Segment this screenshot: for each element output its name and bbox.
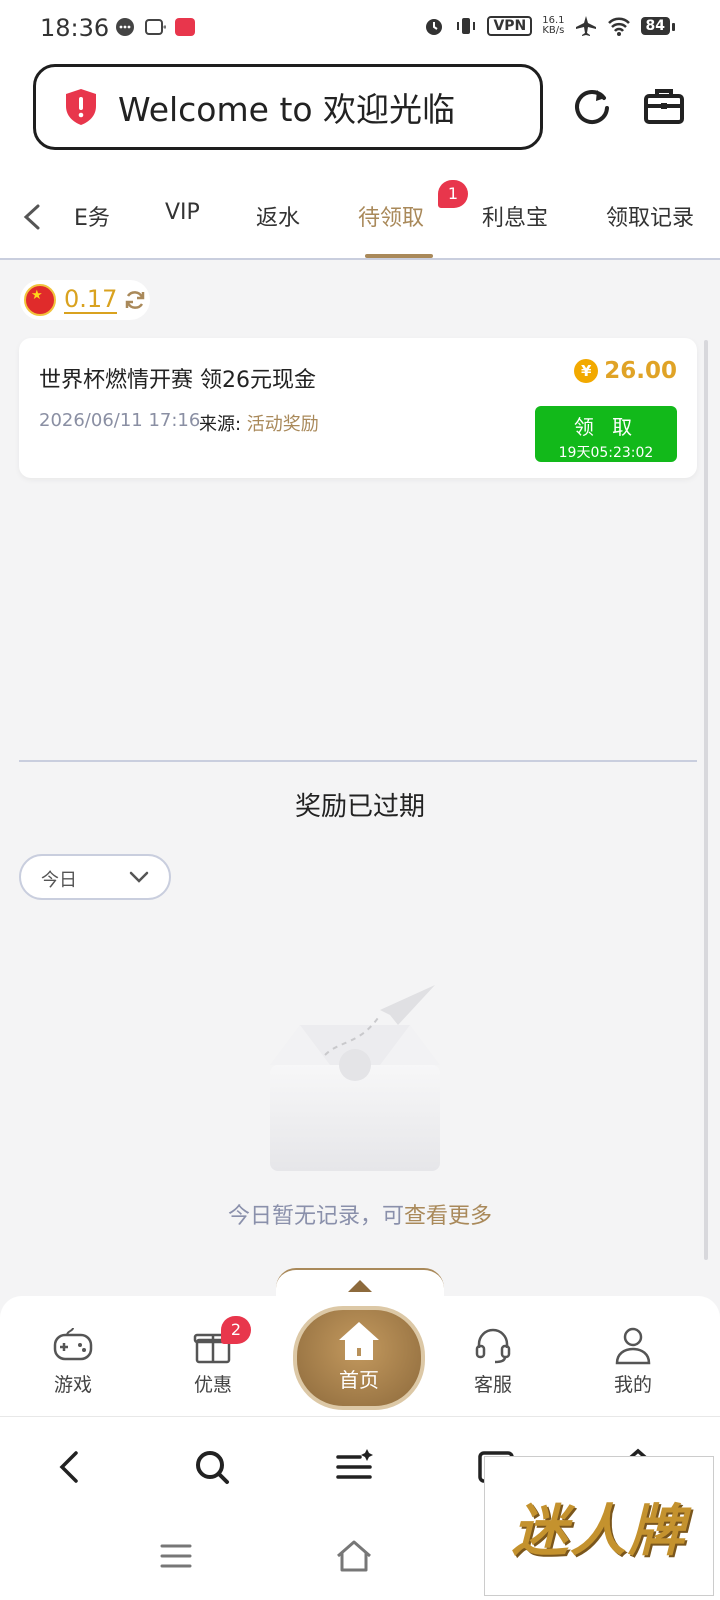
tab-pending[interactable]: 待领取 xyxy=(358,200,424,232)
header: Welcome to 欢迎光临 xyxy=(0,56,720,174)
date-filter-select[interactable]: 今日 xyxy=(19,854,171,900)
wifi-icon xyxy=(607,17,630,36)
briefcase-icon[interactable] xyxy=(642,84,686,128)
watermark-logo: 迷人牌 xyxy=(484,1456,714,1596)
menu-sparkle-icon[interactable] xyxy=(334,1447,374,1487)
tab-tasks[interactable]: E务 xyxy=(74,200,110,232)
headset-icon xyxy=(475,1328,511,1364)
back-icon[interactable] xyxy=(50,1447,90,1487)
user-icon xyxy=(615,1327,651,1365)
balance-chip[interactable]: 0.17 xyxy=(20,280,150,320)
reward-source-value: 活动奖励 xyxy=(246,414,319,435)
empty-box-icon xyxy=(270,985,440,1171)
claim-countdown: 19天05:23:02 xyxy=(558,445,654,461)
status-right: VPN 16.1 KB/s 84 xyxy=(423,15,676,37)
date-filter-value: 今日 xyxy=(41,870,77,891)
china-flag-icon xyxy=(24,284,56,316)
tab-rebate[interactable]: 返水 xyxy=(256,200,300,232)
expired-section-title: 奖励已过期 xyxy=(294,792,425,822)
tab-claim-history[interactable]: 领取记录 xyxy=(606,200,694,232)
app-notification-icon xyxy=(145,19,166,35)
nav-games[interactable]: 游戏 xyxy=(33,1324,113,1397)
tab-interest[interactable]: 利息宝 xyxy=(482,200,548,232)
nav-support[interactable]: 客服 xyxy=(453,1324,533,1397)
empty-state-text: 今日暂无记录，可查看更多 xyxy=(227,1204,493,1229)
chevron-left-icon[interactable] xyxy=(20,202,44,232)
recent-apps-icon[interactable] xyxy=(156,1538,196,1574)
shield-icon xyxy=(66,89,96,125)
tab-vip[interactable]: VIP xyxy=(165,200,200,225)
vpn-indicator: VPN xyxy=(487,16,533,36)
network-speed: 16.1 KB/s xyxy=(542,15,565,36)
view-more-link[interactable]: 查看更多 xyxy=(404,1204,492,1229)
caret-up-icon xyxy=(348,1280,372,1292)
yen-coin-icon: ¥ xyxy=(574,359,599,383)
nav-profile[interactable]: 我的 xyxy=(593,1324,673,1397)
nav-games-label: 游戏 xyxy=(53,1374,92,1396)
section-divider xyxy=(19,760,697,762)
status-time: 18:36 xyxy=(40,14,110,42)
reward-source: 来源: 活动奖励 xyxy=(199,414,319,435)
reward-amount: ¥ 26.00 xyxy=(574,358,677,384)
reward-date: 2026/06/11 17:16 xyxy=(39,410,201,431)
claim-button[interactable]: 领 取 19天05:23:02 xyxy=(535,406,677,462)
status-bar: 18:36 VPN 16.1 KB/s 84 xyxy=(0,0,720,56)
nav-profile-label: 我的 xyxy=(613,1374,652,1396)
promotions-badge: 2 xyxy=(221,1316,251,1344)
search-icon[interactable] xyxy=(192,1447,232,1487)
welcome-banner[interactable]: Welcome to 欢迎光临 xyxy=(33,64,543,150)
tab-pending-badge: 1 xyxy=(438,180,468,208)
shop-notification-icon xyxy=(175,18,195,36)
home-icon xyxy=(339,1322,379,1360)
battery-indicator: 84 xyxy=(640,17,676,35)
watermark-text: 迷人牌 xyxy=(512,1497,686,1564)
nav-home-button[interactable]: 首页 xyxy=(293,1306,425,1410)
active-tab-indicator xyxy=(365,254,433,258)
nav-home-label: 首页 xyxy=(339,1368,379,1392)
vibrate-icon xyxy=(457,18,476,34)
system-home-icon[interactable] xyxy=(334,1538,374,1574)
welcome-text: Welcome to 欢迎光临 xyxy=(118,90,456,129)
notification-icons xyxy=(114,16,196,38)
nav-support-label: 客服 xyxy=(473,1374,512,1396)
reward-amount-value: 26.00 xyxy=(604,358,677,384)
alarm-icon xyxy=(426,19,443,35)
refresh-icon[interactable] xyxy=(570,84,614,128)
nav-promotions[interactable]: 2 优惠 xyxy=(173,1316,253,1397)
balance-refresh-icon[interactable] xyxy=(123,288,147,312)
airplane-icon xyxy=(575,16,596,36)
claim-label: 领 取 xyxy=(573,415,639,439)
chevron-down-icon xyxy=(129,871,149,883)
reward-card: 世界杯燃情开赛 领26元现金 ¥ 26.00 2026/06/11 17:16 … xyxy=(19,338,697,478)
nav-promotions-label: 优惠 xyxy=(193,1374,232,1396)
chat-icon xyxy=(116,18,134,36)
balance-value: 0.17 xyxy=(64,285,118,314)
gamepad-icon xyxy=(53,1327,93,1361)
tab-bar: E务 VIP 返水 待领取 1 利息宝 领取记录 xyxy=(0,174,720,260)
reward-title: 世界杯燃情开赛 领26元现金 xyxy=(39,368,316,393)
